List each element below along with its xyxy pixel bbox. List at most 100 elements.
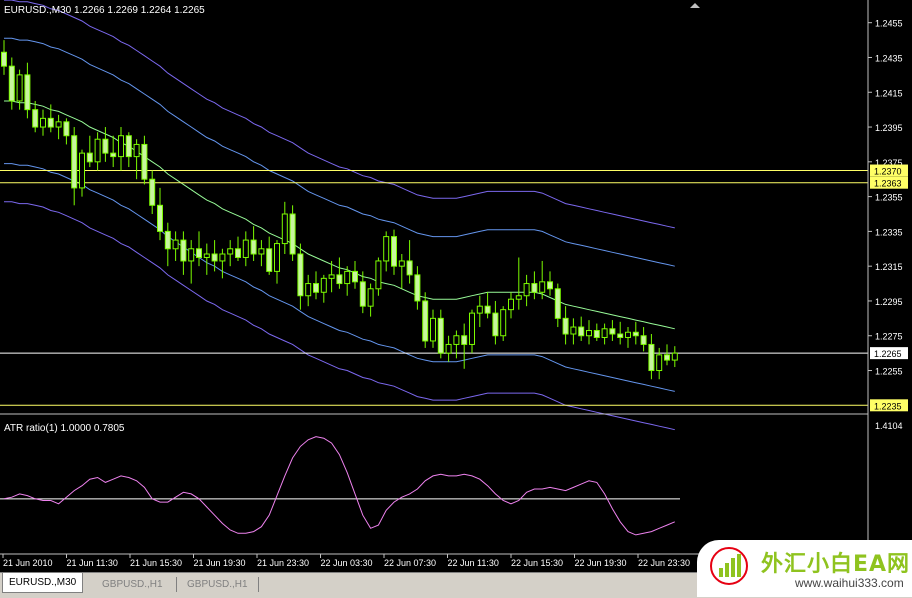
chart-window[interactable]: 1.2455 1.2435 1.2415 1.2395 1.2375 1.2355 1.23… [0,0,912,598]
candle [196,231,202,267]
candle-body [398,260,405,267]
candle [71,127,78,206]
candle [16,69,23,110]
candle [398,254,405,289]
price-level-label: 1.2265 [874,349,902,359]
candle-body [219,253,226,262]
atr-ratio-line [3,436,675,536]
candle-body [367,288,374,307]
candle [149,170,156,214]
candle [570,318,577,345]
tab-label: EURUSD.,M30 [9,577,77,588]
candle-body [586,330,592,337]
candle [414,266,421,310]
candle [188,240,195,284]
candle-body [180,239,187,262]
candle-body [375,260,382,290]
candle-body [281,213,288,245]
candle [375,257,382,296]
candle [617,321,624,345]
candle [40,109,46,136]
candle-body [94,138,101,163]
candle-body [617,333,624,338]
candle [242,231,249,267]
candle-body [554,288,561,319]
candle-body [632,331,639,337]
candle-body [336,274,343,285]
candle-body [671,352,678,361]
tab-gbpusd-h1[interactable]: GBPUSD.,H1 [96,575,169,594]
candle-body [578,326,585,337]
candle [406,240,413,284]
tab-gbpusd-h1-2[interactable]: GBPUSD.,H1 [181,575,254,594]
upper-outer-band [4,0,675,229]
candle-body [437,317,444,354]
candle [24,62,31,119]
candle [562,306,569,345]
candle-body [508,298,514,311]
candle [141,135,148,185]
candle [305,274,312,307]
candle-body [79,152,85,189]
time-tick-label: 21 Jun 19:30 [194,558,246,568]
candle [586,320,592,345]
time-tick-label: 22 Jun 15:30 [511,558,563,568]
candle [593,323,600,341]
time-tick-label: 22 Jun 11:30 [448,558,499,568]
logo-icon [710,547,748,585]
candle [359,271,366,314]
candle [492,300,499,345]
candle [102,127,109,162]
candle [640,327,647,352]
candle-body [445,343,452,354]
candle [274,240,280,284]
tab-label: GBPUSD.,H1 [187,579,248,590]
candle-body [40,117,46,128]
candle [250,226,257,261]
candle [476,295,483,328]
candle-body [539,281,546,293]
candle-body [63,121,70,137]
price-tick-label: 1.2415 [875,88,903,98]
candle-body [476,305,483,314]
candle-body [118,135,124,158]
candle-body [250,239,257,255]
envelope-bands [4,0,675,431]
candle-body [500,309,507,337]
candle [601,323,608,345]
candle-body [414,274,421,302]
price-tick-label: 1.2315 [875,262,903,272]
candle-body [492,312,499,337]
price-tick-label: 1.2335 [875,227,903,237]
candle-body [55,121,62,128]
candle-body [188,248,195,262]
price-tick-label: 1.2395 [875,123,903,133]
candle-body [625,331,631,338]
candle-body [110,152,117,158]
price-tick-label: 1.2255 [875,367,903,377]
time-tick-label: 22 Jun 23:30 [638,558,690,568]
candle [1,40,7,75]
symbol-info: EURUSD.,M30 1.2266 1.2269 1.2264 1.2265 [4,5,205,16]
indicator-tick-label: 1.4104 [875,421,903,431]
candle-body [344,270,351,285]
candle-body [196,248,202,258]
shift-marker-icon[interactable] [690,3,700,8]
candle-body [406,260,413,276]
candle-body [274,243,280,272]
tab-eurusd-m30[interactable]: EURUSD.,M30 [2,573,84,593]
candle [203,243,210,275]
candle-body [258,248,265,255]
candle [110,135,117,168]
candle [500,306,507,341]
price-tick-label: 1.2275 [875,332,903,342]
candle-body [422,300,429,342]
candle-body [383,236,390,262]
price-level-label: 1.2363 [874,179,902,189]
candle [157,187,163,241]
candle [422,292,429,348]
price-chart[interactable]: 1.24551.24351.24151.23951.23751.23551.23… [0,0,912,572]
candle [55,114,62,140]
candle-body [656,354,663,372]
horizontal-lines [0,170,868,406]
